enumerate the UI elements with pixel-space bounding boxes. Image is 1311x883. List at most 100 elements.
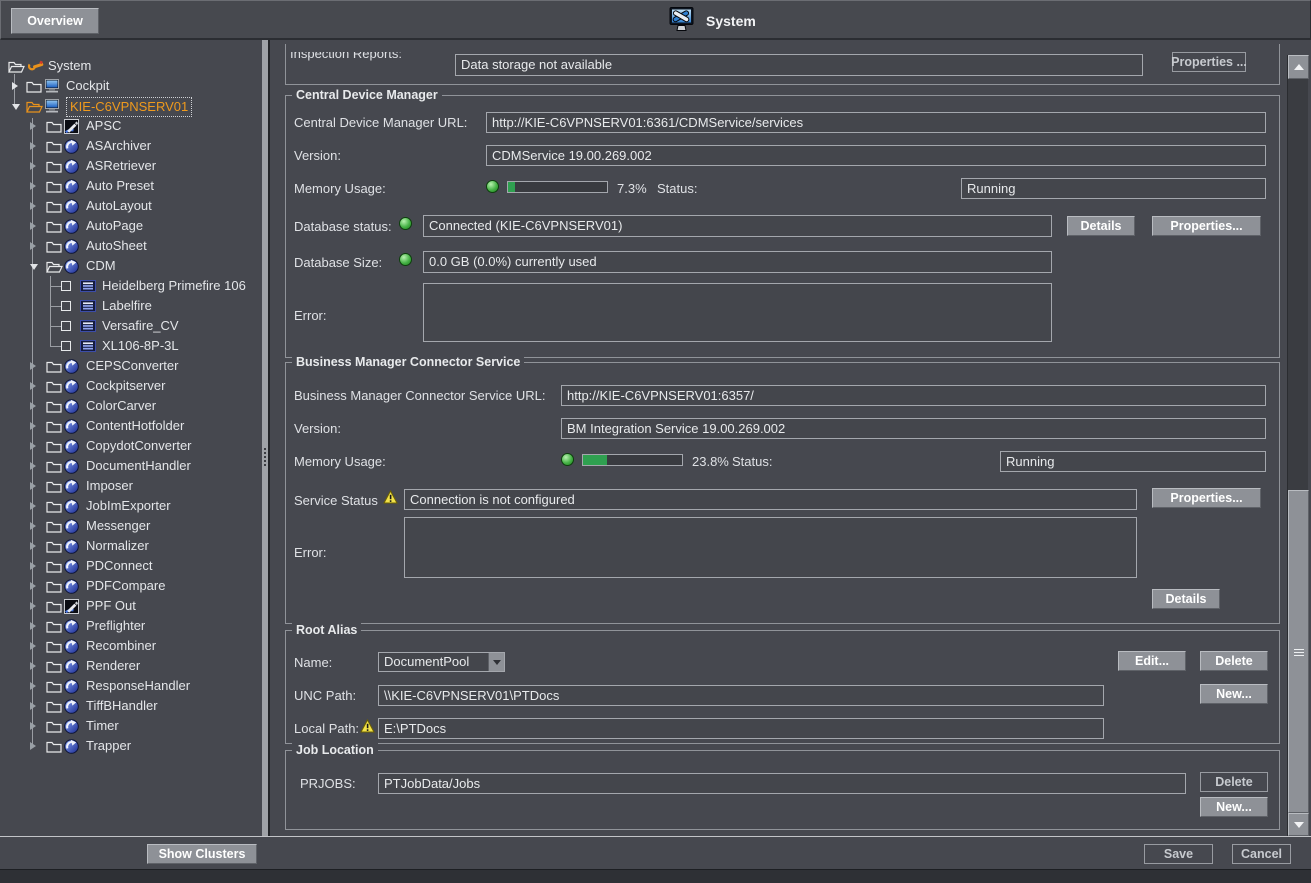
expander-icon[interactable] [30,702,36,710]
tree-item[interactable]: Heidelberg Primefire 106 [0,276,262,296]
expander-icon[interactable] [12,82,18,90]
tree-checkbox[interactable] [61,321,71,331]
tree-item-label[interactable]: Trapper [86,736,131,756]
inspection-reports-value[interactable]: Data storage not available [455,54,1143,76]
tree-item-label[interactable]: JobImExporter [86,496,171,516]
expander-icon[interactable] [30,142,36,150]
tree-item-label[interactable]: PPF Out [86,596,136,616]
tree-item[interactable]: PDFCompare [0,576,262,596]
tree-item[interactable]: ASArchiver [0,136,262,156]
tree-item-label[interactable]: CEPSConverter [86,356,178,376]
root-alias-name-select[interactable]: DocumentPool [378,652,505,672]
tree-item[interactable]: Versafire_CV [0,316,262,336]
show-clusters-button[interactable]: Show Clusters [147,844,257,864]
cdm-details-button[interactable]: Details [1067,216,1135,236]
tree-item-label[interactable]: Labelfire [102,296,152,316]
bm-error-field[interactable] [404,517,1137,578]
tree-item[interactable]: ColorCarver [0,396,262,416]
tree-item[interactable]: CopydotConverter [0,436,262,456]
expander-icon[interactable] [30,182,36,190]
bm-url-field[interactable]: http://KIE-C6VPNSERV01:6357/ [561,385,1266,406]
tree-item-label[interactable]: ContentHotfolder [86,416,184,436]
overview-button[interactable]: Overview [11,8,99,34]
unc-path-field[interactable]: \\KIE-C6VPNSERV01\PTDocs [378,685,1104,706]
tree-item[interactable]: PDConnect [0,556,262,576]
tree-item-label[interactable]: ResponseHandler [86,676,190,696]
tree-item[interactable]: Auto Preset [0,176,262,196]
scroll-up-icon[interactable] [1288,55,1309,79]
tree-item-label[interactable]: AutoLayout [86,196,152,216]
expander-icon[interactable] [30,202,36,210]
tree-item[interactable]: Cockpitserver [0,376,262,396]
scrollbar-thumb[interactable] [1288,490,1309,813]
expander-icon[interactable] [30,682,36,690]
tree-item[interactable]: AutoSheet [0,236,262,256]
job-location-delete-button[interactable]: Delete [1200,772,1268,792]
tree-item-label[interactable]: Heidelberg Primefire 106 [102,276,246,296]
tree-item-label[interactable]: Messenger [86,516,150,536]
tree-item-label[interactable]: ASArchiver [86,136,151,156]
expander-icon[interactable] [30,722,36,730]
bm-version-field[interactable]: BM Integration Service 19.00.269.002 [561,418,1266,439]
tree-checkbox[interactable] [61,281,71,291]
tree-item[interactable]: APSC [0,116,262,136]
expander-icon[interactable] [30,162,36,170]
tree-item-label[interactable]: System [48,56,91,76]
tree-item-label[interactable]: AutoPage [86,216,143,236]
expander-icon[interactable] [30,462,36,470]
tree-item[interactable]: Imposer [0,476,262,496]
expander-icon[interactable] [30,522,36,530]
expander-icon[interactable] [30,642,36,650]
tree-item[interactable]: ContentHotfolder [0,416,262,436]
tree-item[interactable]: DocumentHandler [0,456,262,476]
expander-icon[interactable] [30,742,36,750]
expander-icon[interactable] [30,122,36,130]
scroll-down-icon[interactable] [1288,813,1309,836]
chevron-down-icon[interactable] [488,653,504,671]
tree-item[interactable]: CDM [0,256,262,276]
cdm-db-size-field[interactable]: 0.0 GB (0.0%) currently used [423,251,1052,273]
tree-item[interactable]: AutoPage [0,216,262,236]
tree-item-label[interactable]: KIE-C6VPNSERV01 [66,97,192,117]
tree-item[interactable]: Cockpit [0,76,262,96]
expander-icon[interactable] [30,442,36,450]
tree-item-label[interactable]: Cockpitserver [86,376,165,396]
expander-icon[interactable] [30,362,36,370]
expander-icon[interactable] [30,264,38,270]
prjobs-field[interactable]: PTJobData/Jobs [378,773,1186,794]
tree-item-label[interactable]: PDFCompare [86,576,165,596]
tree-item[interactable]: JobImExporter [0,496,262,516]
cancel-button[interactable]: Cancel [1232,844,1291,864]
expander-icon[interactable] [30,242,36,250]
tree-item-label[interactable]: ColorCarver [86,396,156,416]
bm-status-field[interactable]: Running [1000,451,1266,472]
expander-icon[interactable] [30,662,36,670]
save-button[interactable]: Save [1144,844,1213,864]
tree-item[interactable]: ResponseHandler [0,676,262,696]
expander-icon[interactable] [30,382,36,390]
cdm-error-field[interactable] [423,283,1052,342]
job-location-new-button[interactable]: New... [1200,797,1268,817]
tree-item-label[interactable]: PDConnect [86,556,152,576]
bm-service-status-field[interactable]: Connection is not configured [404,489,1137,510]
tree-item[interactable]: AutoLayout [0,196,262,216]
tree-item-label[interactable]: Imposer [86,476,133,496]
cdm-version-field[interactable]: CDMService 19.00.269.002 [486,145,1266,166]
expander-icon[interactable] [30,402,36,410]
tree-item-label[interactable]: Preflighter [86,616,145,636]
tree-item[interactable]: Renderer [0,656,262,676]
tree-item[interactable]: Timer [0,716,262,736]
root-alias-new-button[interactable]: New... [1200,684,1268,704]
expander-icon[interactable] [12,104,20,110]
root-alias-delete-button[interactable]: Delete [1200,651,1268,671]
expander-icon[interactable] [30,422,36,430]
tree-item-label[interactable]: APSC [86,116,121,136]
cdm-db-status-field[interactable]: Connected (KIE-C6VPNSERV01) [423,215,1052,237]
cdm-status-field[interactable]: Running [961,178,1266,199]
tree-item[interactable]: Normalizer [0,536,262,556]
tree-item[interactable]: CEPSConverter [0,356,262,376]
expander-icon[interactable] [30,602,36,610]
tree-item[interactable]: PPF Out [0,596,262,616]
tree-checkbox[interactable] [61,301,71,311]
tree-item-label[interactable]: Recombiner [86,636,156,656]
